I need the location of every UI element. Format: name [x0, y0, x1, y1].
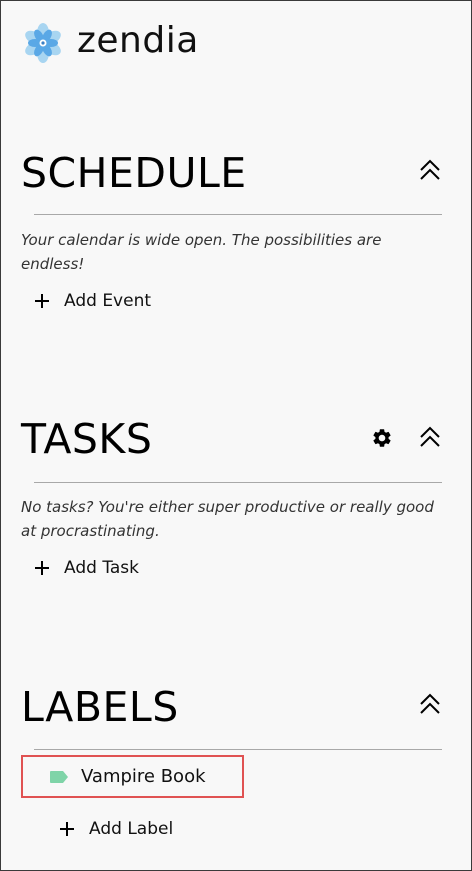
tasks-divider	[34, 482, 442, 483]
schedule-title: SCHEDULE	[21, 149, 247, 197]
gear-icon	[373, 429, 391, 447]
app-window: zendia SCHEDULE Your calendar is wide op…	[0, 0, 472, 871]
add-event-label: Add Event	[64, 291, 152, 311]
flower-logo-icon	[23, 23, 63, 63]
collapse-labels-button[interactable]	[418, 692, 442, 716]
double-chevron-up-icon	[420, 159, 440, 180]
double-chevron-up-icon	[420, 693, 440, 714]
add-label-label: Add Label	[89, 819, 174, 839]
add-label-button[interactable]: Add Label	[59, 819, 173, 839]
plus-icon	[35, 294, 49, 308]
labels-divider	[34, 749, 442, 750]
tasks-title: TASKS	[21, 415, 153, 463]
add-event-button[interactable]: Add Event	[34, 291, 151, 311]
tasks-empty-message: No tasks? You're either super productive…	[21, 498, 434, 540]
tag-icon	[50, 770, 68, 783]
label-item-vampire-book[interactable]: Vampire Book	[21, 755, 244, 798]
plus-icon	[60, 822, 74, 836]
plus-icon	[35, 561, 49, 575]
add-task-label: Add Task	[64, 558, 140, 578]
collapse-schedule-button[interactable]	[418, 158, 442, 182]
app-name: zendia	[77, 20, 199, 61]
labels-title: LABELS	[21, 683, 179, 731]
schedule-empty-message: Your calendar is wide open. The possibil…	[21, 231, 382, 273]
collapse-tasks-button[interactable]	[418, 425, 442, 449]
double-chevron-up-icon	[420, 426, 440, 447]
add-task-button[interactable]: Add Task	[34, 558, 139, 578]
tasks-settings-button[interactable]	[371, 427, 393, 449]
schedule-divider	[34, 214, 442, 215]
label-item-text: Vampire Book	[81, 766, 206, 787]
app-logo[interactable]: zendia	[23, 23, 199, 63]
